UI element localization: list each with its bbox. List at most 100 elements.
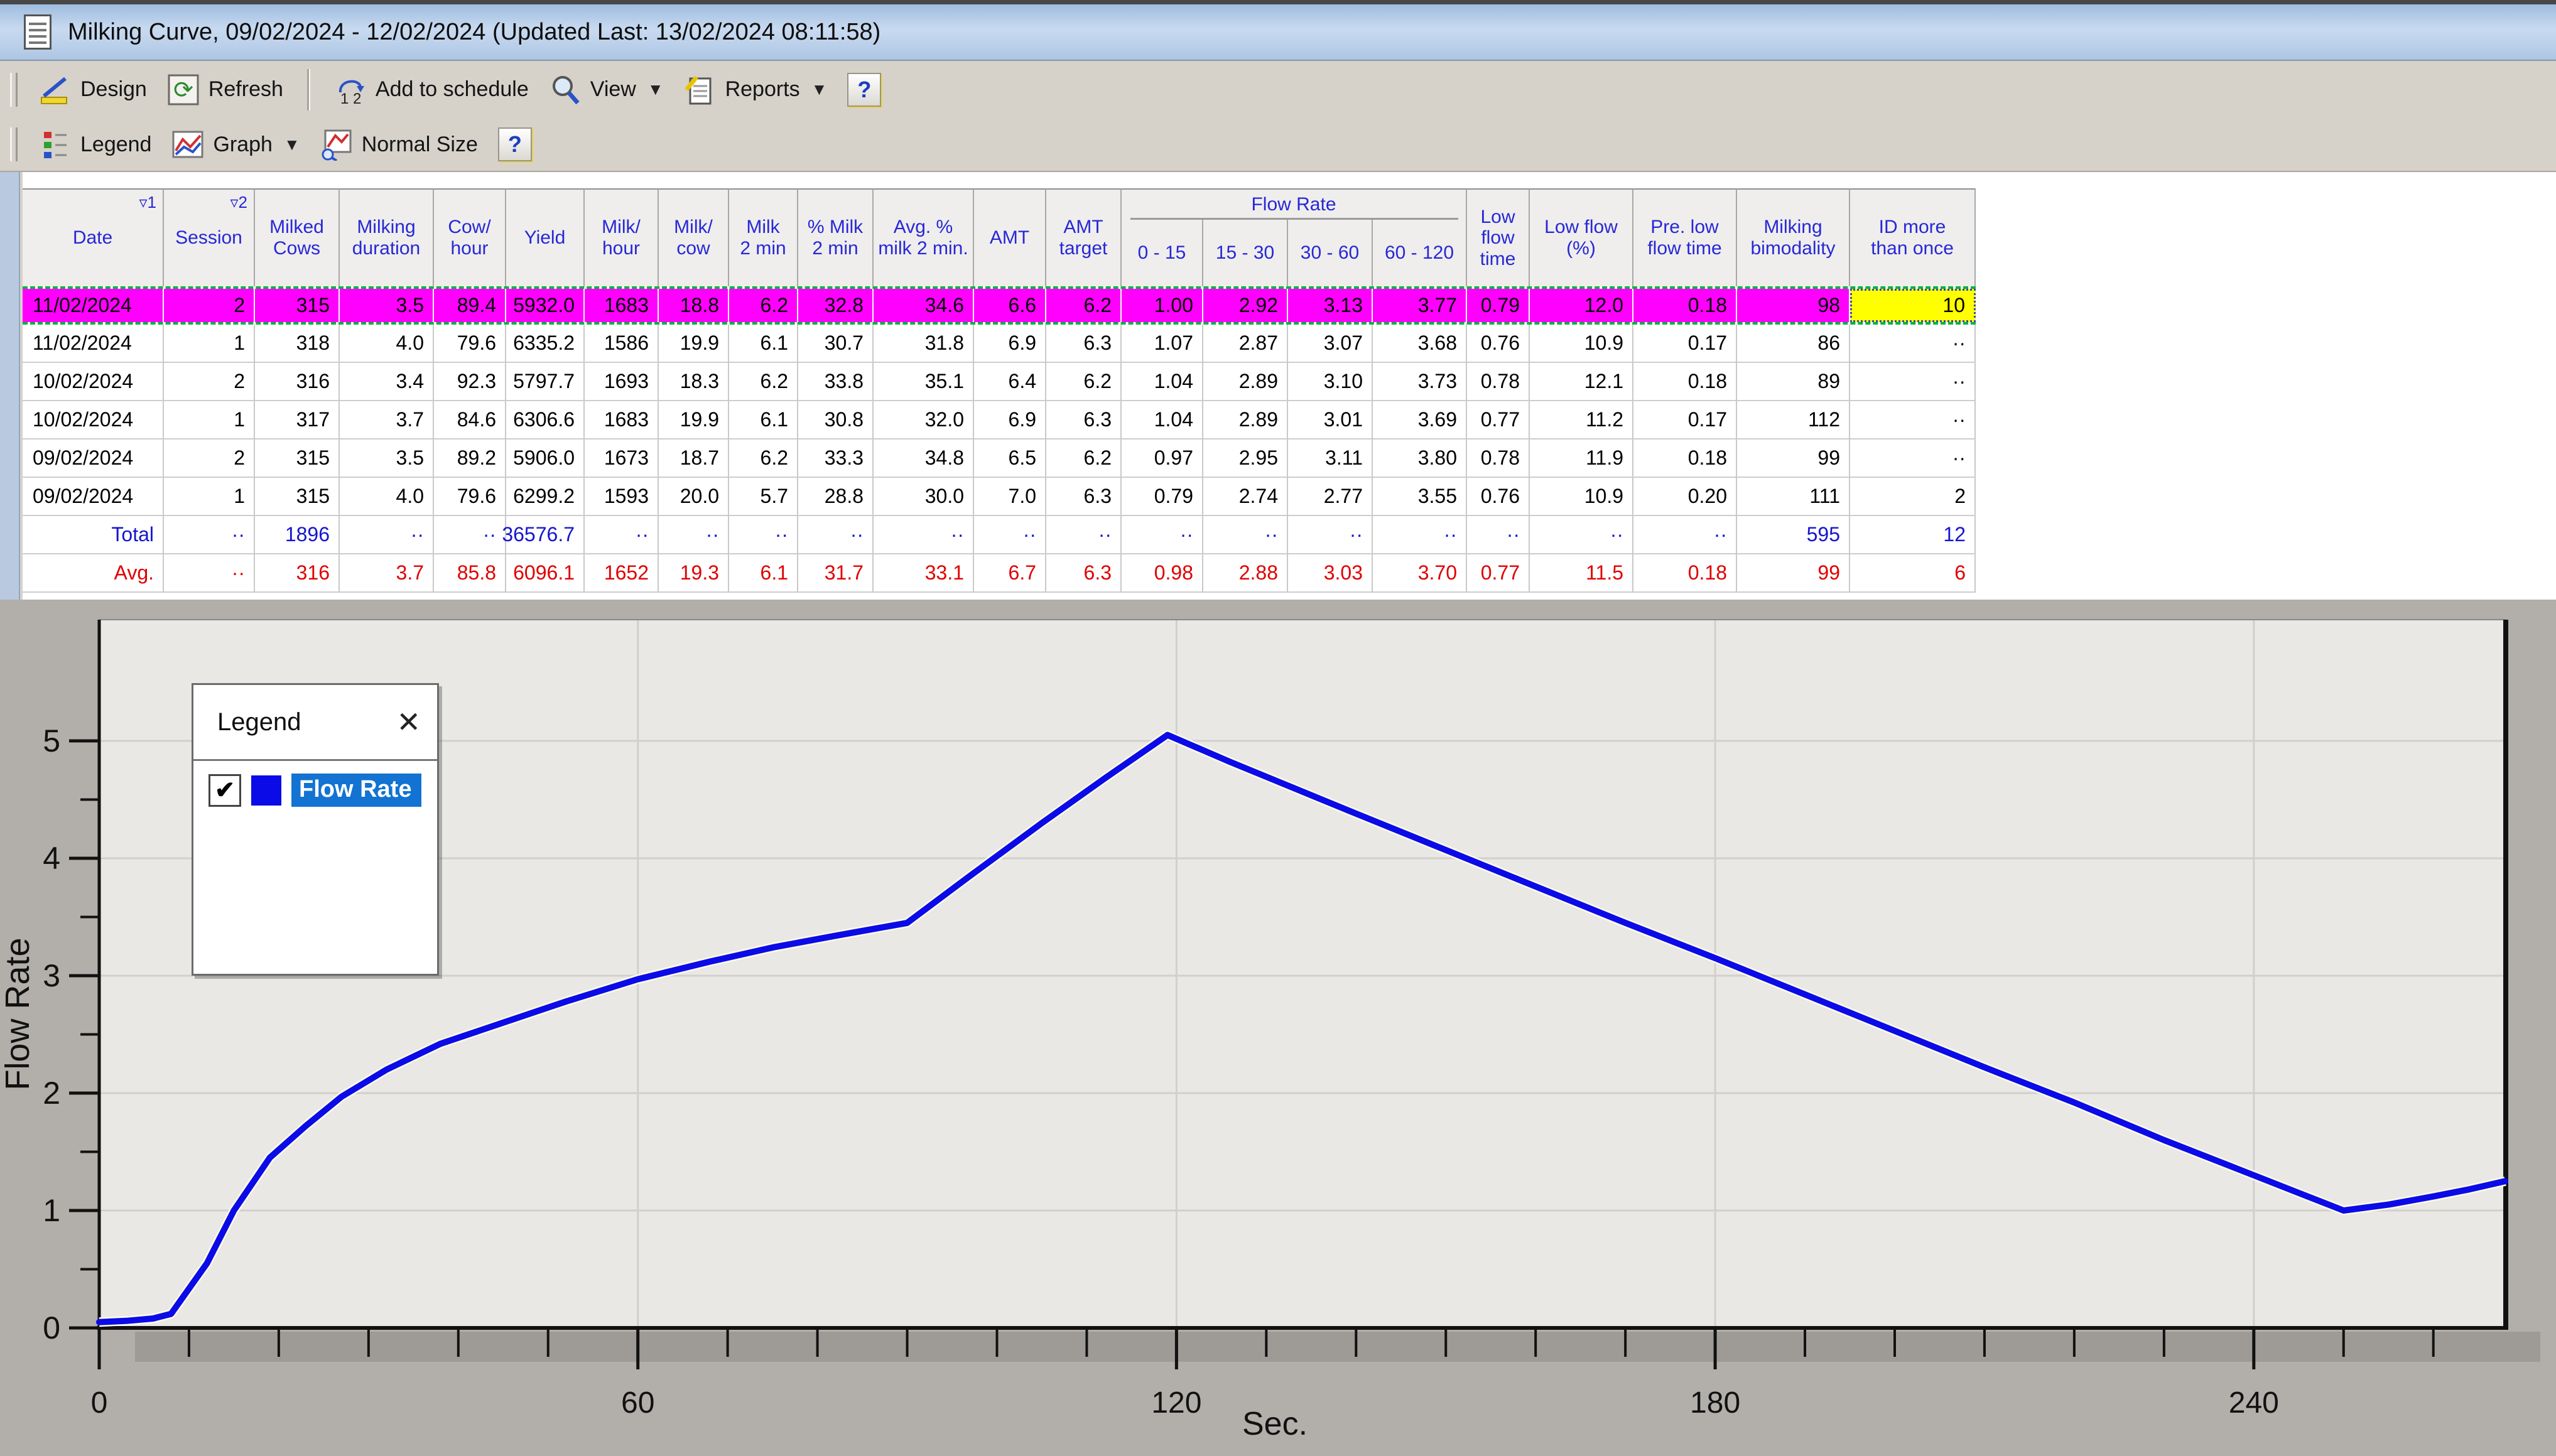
add-to-schedule-button[interactable]: 12 Add to schedule [334,73,529,106]
table-cell: 34.6 [874,289,974,322]
column-header-15---30[interactable]: 15 - 30 [1203,220,1288,286]
y-tick-label: 4 [43,841,60,876]
table-cell: ·· [434,516,506,554]
legend-window[interactable]: Legend ✕ ✔ Flow Rate [192,683,439,976]
legend-icon [39,128,72,161]
table-cell: ·· [1046,516,1122,554]
column-header-amt-target[interactable]: AMT target [1046,188,1122,286]
table-cell: ·· [585,516,659,554]
table-cell: 3.73 [1373,363,1467,401]
table-cell: 12.0 [1530,289,1633,322]
toolbar-grip[interactable] [10,73,18,107]
axis-shadow [135,1332,2540,1362]
legend-toggle-button[interactable]: Legend [39,128,151,161]
table-cell: 3.70 [1373,554,1467,593]
table-cell: 99 [1737,439,1850,478]
table-cell: 89.2 [434,439,506,478]
table-row[interactable]: Total··1896····36576.7··················… [23,516,1976,554]
x-axis-title: Sec. [1242,1406,1308,1442]
column-header-low-flow-time[interactable]: Low flow time [1467,188,1530,286]
table-cell: ·· [659,516,729,554]
table-cell: 111 [1737,478,1850,516]
table-cell: 0.17 [1633,401,1737,439]
table-cell: 6.2 [1046,363,1122,401]
legend-checkbox[interactable]: ✔ [208,774,241,807]
table-cell: 2 [164,363,255,401]
table-cell: 89 [1737,363,1850,401]
table-row[interactable]: Avg.··3163.785.86096.1165219.36.131.733.… [23,554,1976,593]
column-header-pre.-low-flow-time[interactable]: Pre. low flow time [1633,188,1737,286]
column-header-yield[interactable]: Yield [506,188,585,286]
close-icon[interactable]: ✕ [396,708,421,736]
table-cell: 11.9 [1530,439,1633,478]
legend-item-label[interactable]: Flow Rate [291,774,421,807]
table-cell: 92.3 [434,363,506,401]
table-grid: Flow RateDate▿1Session▿2Milked CowsMilki… [23,188,1976,593]
table-cell: 12 [1850,516,1976,554]
column-header-0---15[interactable]: 0 - 15 [1122,220,1203,286]
table-cell: 1.04 [1122,363,1203,401]
table-cell: 3.07 [1288,325,1373,363]
table-cell: 0.18 [1633,289,1737,322]
table-cell: 28.8 [798,478,874,516]
column-header-avg.-%-milk-2-min.[interactable]: Avg. % milk 2 min. [874,188,974,286]
reports-label: Reports [725,77,800,102]
table-cell: 3.01 [1288,401,1373,439]
table-cell: ·· [798,516,874,554]
table-row[interactable]: 10/02/202423163.492.35797.7169318.36.233… [23,363,1976,401]
column-header-id-more-than-once[interactable]: ID more than once [1850,188,1976,286]
column-header-60---120[interactable]: 60 - 120 [1373,220,1467,286]
graph-toolbar: Legend Graph ▼ Normal Size ? [0,118,2556,172]
graph-button[interactable]: Graph ▼ [171,128,300,161]
column-header-amt[interactable]: AMT [974,188,1046,286]
table-cell: 0.17 [1633,325,1737,363]
column-header-low-flow-(%)[interactable]: Low flow (%) [1530,188,1633,286]
column-header-milk/-cow[interactable]: Milk/ cow [659,188,729,286]
table-cell: ·· [1850,401,1976,439]
table-left-edge [0,172,20,600]
table-cell: 31.7 [798,554,874,593]
table-cell: 6.9 [974,325,1046,363]
column-header-milk/-hour[interactable]: Milk/ hour [585,188,659,286]
column-header-date[interactable]: Date▿1 [23,188,164,286]
table-row[interactable]: 09/02/202413154.079.66299.2159320.05.728… [23,478,1976,516]
help-button[interactable]: ? [847,73,881,107]
table-cell: 33.3 [798,439,874,478]
column-header-cow/-hour[interactable]: Cow/ hour [434,188,506,286]
table-cell: 11.2 [1530,401,1633,439]
reports-button[interactable]: Reports ▼ [684,73,828,106]
table-row[interactable]: 10/02/202413173.784.66306.6168319.96.130… [23,401,1976,439]
table-cell: 6096.1 [506,554,585,593]
table-cell: ·· [874,516,974,554]
view-button[interactable]: View ▼ [549,73,664,106]
column-header-milking-duration[interactable]: Milking duration [340,188,434,286]
column-header-30---60[interactable]: 30 - 60 [1288,220,1373,286]
normal-size-button[interactable]: Normal Size [320,128,478,161]
table-cell: 11/02/2024 [23,289,164,322]
svg-text:⟳: ⟳ [173,77,193,104]
column-header-milk-2-min[interactable]: Milk 2 min [729,188,798,286]
help-button-2[interactable]: ? [498,127,532,161]
table-cell: 18.8 [659,289,729,322]
table-row-selected[interactable]: 11/02/202423153.589.45932.0168318.86.232… [23,286,1976,325]
column-header-%-milk-2-min[interactable]: % Milk 2 min [798,188,874,286]
design-icon [39,73,72,106]
table-cell: 1.00 [1122,289,1203,322]
refresh-button[interactable]: ⟳ Refresh [167,73,283,106]
table-cell: 6.2 [1046,289,1122,322]
table-cell: 6299.2 [506,478,585,516]
design-button[interactable]: Design [39,73,147,106]
table-cell: ·· [164,516,255,554]
table-row[interactable]: 11/02/202413184.079.66335.2158619.96.130… [23,325,1976,363]
table-row[interactable]: 09/02/202423153.589.25906.0167318.76.233… [23,439,1976,478]
legend-window-titlebar[interactable]: Legend ✕ [193,685,437,761]
table-cell: ·· [1203,516,1288,554]
column-header-milking-bimodality[interactable]: Milking bimodality [1737,188,1850,286]
table-cell: 19.9 [659,401,729,439]
table-cell: 18.3 [659,363,729,401]
toolbar-grip[interactable] [10,127,18,161]
help-icon: ? [498,127,532,161]
column-header-milked-cows[interactable]: Milked Cows [255,188,340,286]
table-cell: 6.2 [729,439,798,478]
column-header-session[interactable]: Session▿2 [164,188,255,286]
